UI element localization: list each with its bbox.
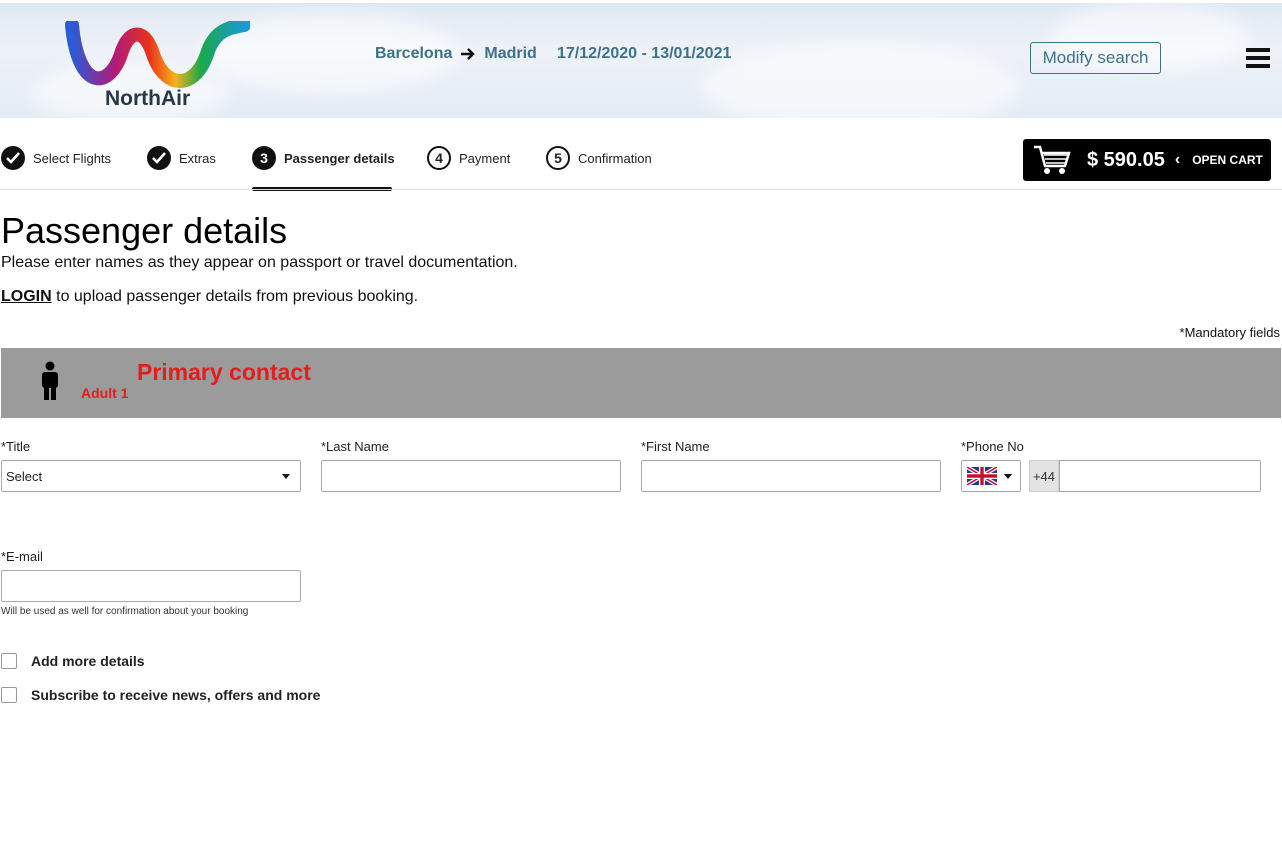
cart-total: $ 590.05: [1087, 148, 1165, 171]
add-more-details-row[interactable]: Add more details: [1, 653, 145, 669]
page-subtitle: Please enter names as they appear on pas…: [1, 254, 518, 271]
step-label: Extras: [179, 150, 216, 166]
chevron-down-icon: [282, 473, 290, 479]
mandatory-note: *Mandatory fields: [1179, 325, 1280, 340]
step-payment[interactable]: 4 Payment: [427, 146, 510, 170]
logo-text: NorthAir: [105, 87, 191, 110]
country-code-select[interactable]: [961, 460, 1021, 492]
chevron-down-icon: [1004, 473, 1012, 479]
title-select-value: Select: [6, 468, 43, 484]
email-input[interactable]: [1, 570, 301, 602]
hamburger-menu-icon[interactable]: [1246, 48, 1270, 68]
last-name-input[interactable]: [321, 460, 621, 492]
open-cart-label: OPEN CART: [1192, 153, 1263, 167]
login-hint-text: to upload passenger details from previou…: [51, 288, 419, 305]
title-select[interactable]: Select: [1, 460, 301, 492]
logo-wave-icon: [65, 18, 251, 88]
page-title: Passenger details: [1, 210, 288, 251]
passenger-type-label: Adult 1: [81, 385, 129, 401]
step-label: Payment: [459, 150, 511, 166]
cart-icon: [1034, 145, 1071, 174]
login-link[interactable]: LOGIN: [1, 288, 52, 305]
primary-contact-title: Primary contact: [137, 359, 311, 385]
uk-flag-icon: [967, 467, 997, 485]
add-more-details-label: Add more details: [31, 653, 145, 669]
check-icon: [147, 146, 171, 170]
step-label: Confirmation: [578, 150, 652, 166]
step-number: 5: [546, 146, 570, 170]
subscribe-row[interactable]: Subscribe to receive news, offers and mo…: [1, 687, 320, 703]
arrow-right-icon: [461, 48, 476, 60]
check-icon: [1, 146, 25, 170]
step-confirmation[interactable]: 5 Confirmation: [546, 146, 652, 170]
email-helper-text: Will be used as well for confirmation ab…: [1, 606, 249, 617]
phone-prefix: +44: [1029, 460, 1059, 492]
travel-dates: 17/12/2020 - 13/01/2021: [557, 45, 732, 62]
phone-input[interactable]: [1059, 460, 1261, 492]
step-label: Select Flights: [33, 150, 112, 166]
step-number: 3: [252, 146, 276, 170]
origin-city: Barcelona: [375, 45, 453, 62]
destination-city: Madrid: [484, 45, 537, 62]
title-label: *Title: [1, 439, 31, 454]
modify-search-button[interactable]: Modify search: [1030, 42, 1161, 74]
open-cart-button[interactable]: $ 590.05 ‹ OPEN CART: [1023, 139, 1271, 181]
steps-divider: [0, 189, 1282, 190]
email-label: *E-mail: [1, 549, 43, 564]
route-summary: Barcelona Madrid: [375, 45, 537, 63]
step-passenger-details[interactable]: 3 Passenger details: [252, 146, 395, 170]
header-banner: NorthAir Barcelona Madrid 17/12/2020 - 1…: [0, 3, 1282, 118]
add-more-details-checkbox[interactable]: [1, 653, 17, 669]
step-label: Passenger details: [284, 150, 395, 166]
first-name-label: *First Name: [641, 439, 710, 454]
step-select-flights[interactable]: Select Flights: [1, 146, 111, 170]
northair-logo[interactable]: NorthAir: [60, 18, 251, 116]
chevron-left-icon: ‹: [1174, 151, 1181, 168]
first-name-input[interactable]: [641, 460, 941, 492]
subscribe-checkbox[interactable]: [1, 687, 17, 703]
last-name-label: *Last Name: [321, 439, 389, 454]
step-number: 4: [427, 146, 451, 170]
step-extras[interactable]: Extras: [147, 146, 216, 170]
primary-contact-header: Adult 1 Primary contact: [1, 348, 1281, 418]
login-hint: LOGIN to upload passenger details from p…: [1, 288, 418, 306]
phone-label: *Phone No: [961, 439, 1024, 454]
subscribe-label: Subscribe to receive news, offers and mo…: [31, 687, 321, 703]
person-icon: [42, 361, 58, 400]
